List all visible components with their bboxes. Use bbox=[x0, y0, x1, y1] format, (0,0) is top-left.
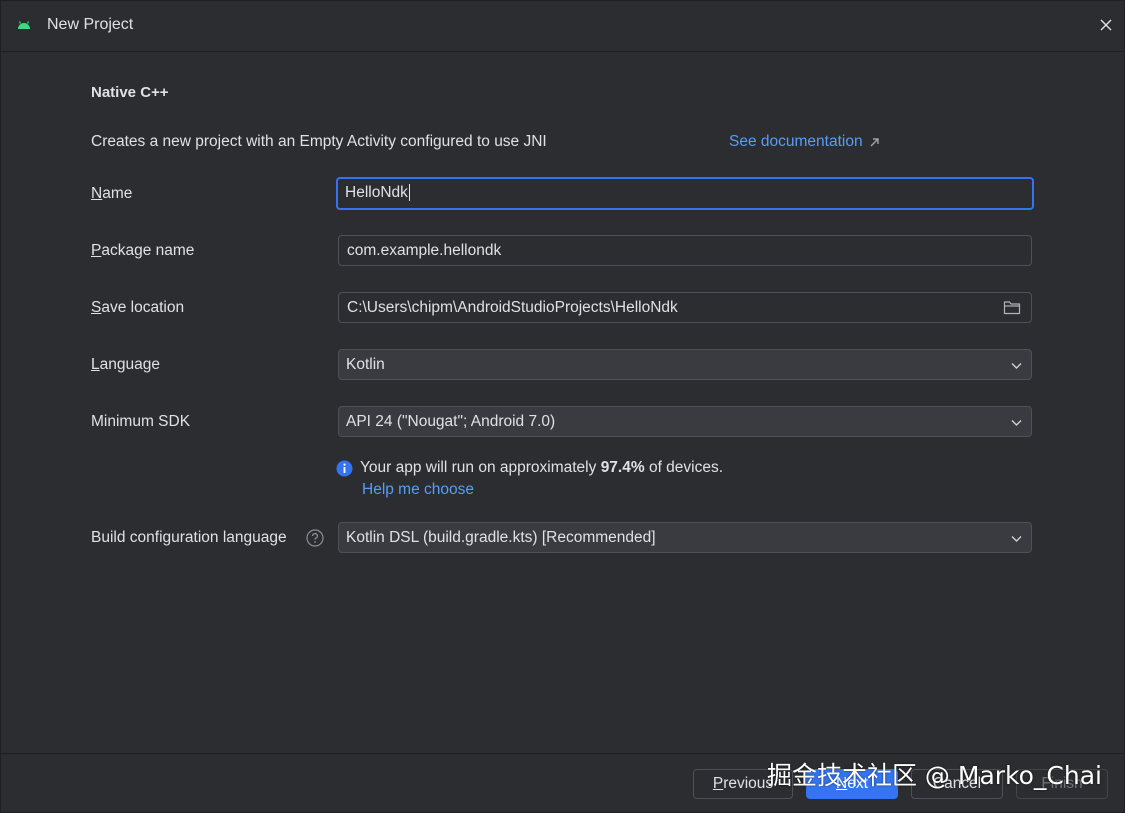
package-name-value: com.example.hellondk bbox=[347, 242, 502, 259]
name-value: HelloNdk bbox=[345, 184, 408, 201]
previous-button[interactable]: Previous bbox=[693, 769, 793, 799]
save-location-label-rest: ave location bbox=[101, 299, 185, 316]
save-location-value: C:\Users\chipm\AndroidStudioProjects\Hel… bbox=[347, 299, 678, 316]
name-label: Name bbox=[91, 185, 132, 203]
help-me-choose-link[interactable]: Help me choose bbox=[362, 481, 474, 499]
build-config-value: Kotlin DSL (build.gradle.kts) [Recommend… bbox=[346, 529, 656, 546]
sdk-info-suffix: of devices. bbox=[644, 459, 724, 476]
previous-label: revious bbox=[723, 775, 774, 792]
folder-icon[interactable] bbox=[1003, 299, 1021, 316]
name-label-mnemonic: N bbox=[91, 185, 103, 202]
minimum-sdk-select[interactable]: API 24 ("Nougat"; Android 7.0) bbox=[338, 406, 1032, 437]
template-description: Creates a new project with an Empty Acti… bbox=[91, 133, 547, 150]
language-label-mnemonic: L bbox=[91, 356, 100, 373]
close-icon[interactable] bbox=[1094, 13, 1118, 37]
language-value: Kotlin bbox=[346, 356, 385, 373]
name-label-rest: ame bbox=[102, 185, 133, 202]
package-label-rest: ackage name bbox=[101, 242, 195, 259]
dialog-footer: Previous Next Cancel Finish bbox=[1, 753, 1124, 812]
sdk-info-prefix: Your app will run on approximately bbox=[360, 459, 601, 476]
language-label: Language bbox=[91, 356, 160, 374]
previous-mnemonic: P bbox=[712, 775, 724, 792]
build-config-select[interactable]: Kotlin DSL (build.gradle.kts) [Recommend… bbox=[338, 522, 1032, 553]
chevron-down-icon bbox=[1011, 363, 1022, 369]
language-select[interactable]: Kotlin bbox=[338, 349, 1032, 380]
minimum-sdk-label: Minimum SDK bbox=[91, 413, 191, 430]
finish-button[interactable]: Finish bbox=[1016, 769, 1108, 799]
chevron-down-icon bbox=[1011, 536, 1022, 542]
sdk-coverage-info: Your app will run on approximately 97.4%… bbox=[336, 459, 723, 477]
help-icon[interactable] bbox=[306, 529, 324, 547]
template-title: Native C++ bbox=[91, 84, 169, 101]
sdk-info-percent: 97.4% bbox=[600, 459, 645, 476]
package-label-mnemonic: P bbox=[91, 242, 102, 259]
title-bar: New Project bbox=[1, 1, 1124, 52]
info-icon bbox=[336, 460, 353, 476]
see-documentation-label: See documentation bbox=[729, 133, 863, 150]
chevron-down-icon bbox=[1011, 420, 1022, 426]
language-label-rest: anguage bbox=[99, 356, 160, 373]
dialog-content: Native C++ Creates a new project with an… bbox=[1, 52, 1124, 754]
new-project-dialog: New Project Native C++ Creates a new pro… bbox=[0, 0, 1125, 813]
next-mnemonic: N bbox=[836, 775, 848, 792]
window-title: New Project bbox=[47, 16, 134, 33]
save-location-input[interactable]: C:\Users\chipm\AndroidStudioProjects\Hel… bbox=[338, 292, 1032, 323]
package-name-input[interactable]: com.example.hellondk bbox=[338, 235, 1032, 266]
package-name-label: Package name bbox=[91, 242, 194, 260]
next-label: ext bbox=[847, 775, 868, 792]
save-location-label: Save location bbox=[91, 299, 184, 317]
save-location-label-mnemonic: S bbox=[91, 299, 102, 316]
external-link-icon bbox=[870, 137, 879, 146]
build-config-label: Build configuration language bbox=[91, 529, 287, 546]
minimum-sdk-value: API 24 ("Nougat"; Android 7.0) bbox=[346, 413, 556, 430]
android-icon bbox=[18, 21, 30, 29]
name-input[interactable]: HelloNdk bbox=[336, 177, 1034, 210]
text-caret bbox=[408, 184, 410, 202]
next-button[interactable]: Next bbox=[806, 769, 898, 799]
cancel-button[interactable]: Cancel bbox=[911, 769, 1003, 799]
see-documentation-link[interactable]: See documentation bbox=[729, 133, 880, 151]
